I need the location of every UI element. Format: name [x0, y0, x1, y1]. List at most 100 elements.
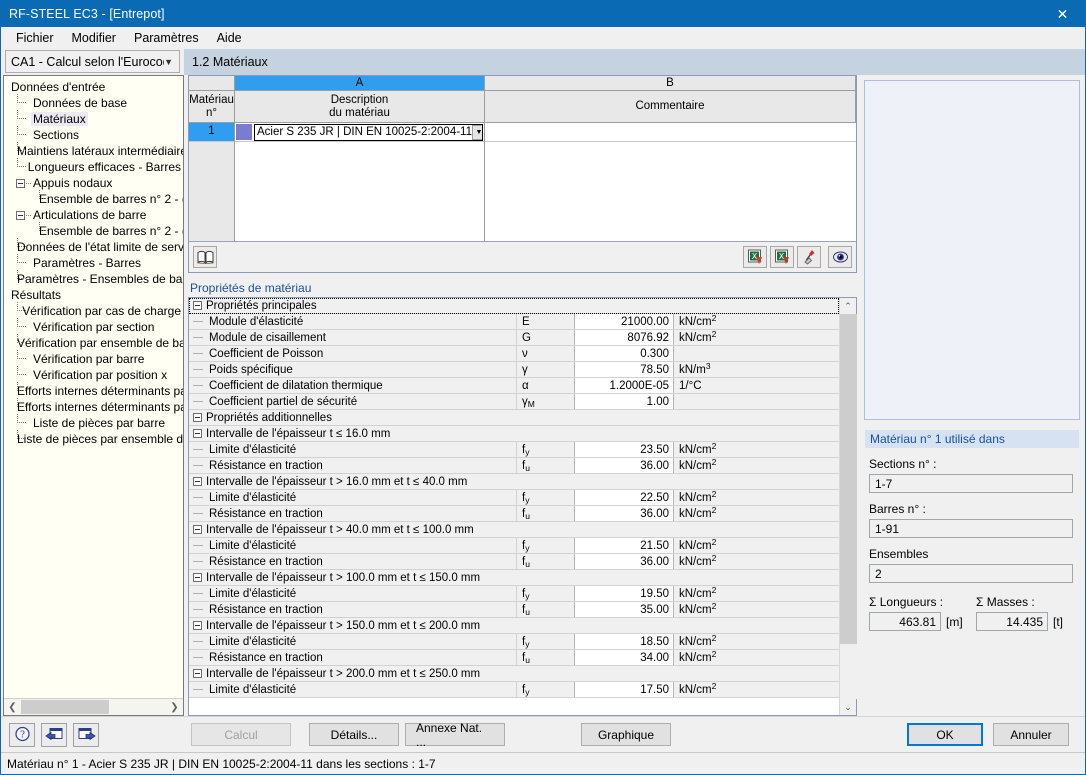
cancel-button[interactable]: Annuler — [993, 723, 1069, 746]
property-row[interactable]: Module d'élasticité E 21000.00 kN/cm 2 — [189, 313, 839, 330]
scroll-thumb[interactable] — [839, 314, 857, 644]
scroll-track[interactable] — [839, 314, 857, 699]
sidebar-item-17[interactable]: Vérification par barre — [7, 350, 183, 367]
sum-masses-value[interactable]: 14.435 — [976, 612, 1048, 631]
scroll-track[interactable] — [20, 700, 167, 714]
sidebar-item-20[interactable]: Efforts internes déterminants par ensemb… — [7, 398, 183, 415]
property-value-cell[interactable]: 8076.92 — [574, 330, 674, 345]
sidebar-item-22[interactable]: Liste de pièces par ensemble de barres — [7, 430, 183, 447]
property-row[interactable]: Résistance en traction fu 36.00 kN/cm 2 — [189, 505, 839, 522]
property-value-cell[interactable]: 19.50 — [574, 586, 674, 601]
property-value-cell[interactable]: 17.50 — [574, 682, 674, 697]
property-value-cell[interactable]: 0.300 — [574, 346, 674, 361]
property-row[interactable]: Limite d'élasticité fy 17.50 kN/cm 2 — [189, 681, 839, 698]
sidebar-item-7[interactable]: Ensemble de barres n° 2 - ( — [7, 190, 183, 207]
properties-vertical-scrollbar[interactable]: ⌃ ⌄ — [839, 298, 857, 715]
details-button[interactable]: Détails... — [309, 723, 399, 746]
material-grid[interactable]: A B Matériau n° Description du matériau — [189, 76, 856, 242]
property-row[interactable]: Poids spécifique γ 78.50 kN/m 3 — [189, 361, 839, 378]
sidebar-item-18[interactable]: Vérification par position x — [7, 366, 183, 383]
collapse-icon[interactable] — [193, 525, 202, 534]
property-row[interactable]: Module de cisaillement G 8076.92 kN/cm 2 — [189, 329, 839, 346]
sections-field[interactable]: 1-7 — [869, 474, 1073, 493]
properties-rows[interactable]: Propriétés principales Module d'élasticit… — [189, 298, 839, 715]
property-row[interactable]: Limite d'élasticité fy 21.50 kN/cm 2 — [189, 537, 839, 554]
collapse-icon[interactable] — [193, 573, 202, 582]
sidebar-item-4[interactable]: Maintiens latéraux intermédiaires — [7, 142, 183, 159]
property-group-row[interactable]: Intervalle de l'épaisseur t > 200.0 mm e… — [189, 666, 839, 682]
collapse-icon[interactable] — [193, 413, 202, 422]
previous-window-icon[interactable] — [41, 722, 67, 747]
chevron-down-icon[interactable]: ⌄ — [840, 699, 857, 715]
property-row[interactable]: Coefficient partiel de sécurité γM 1.00 — [189, 394, 839, 410]
property-value-cell[interactable]: 1.00 — [574, 394, 674, 409]
excel-export-icon[interactable]: X — [770, 246, 794, 268]
sidebar-item-16[interactable]: Vérification par ensemble de barres — [7, 334, 183, 351]
sidebar-item-6[interactable]: Appuis nodaux — [7, 175, 183, 191]
table-row[interactable]: 1 Acier S 235 JR | DIN EN 10025-2:2004-1… — [189, 123, 856, 142]
collapse-icon[interactable] — [193, 429, 202, 438]
property-value-cell[interactable]: 22.50 — [574, 490, 674, 505]
grid-column-a-header[interactable]: A — [235, 76, 485, 91]
property-value-cell[interactable]: 34.00 — [574, 650, 674, 665]
property-group-row[interactable]: Intervalle de l'épaisseur t ≤ 16.0 mm — [189, 426, 839, 442]
property-row[interactable]: Résistance en traction fu 35.00 kN/cm 2 — [189, 601, 839, 618]
property-row[interactable]: Limite d'élasticité fy 23.50 kN/cm 2 — [189, 441, 839, 458]
sidebar-item-0[interactable]: Données d'entrée — [7, 79, 183, 95]
property-group-row[interactable]: Intervalle de l'épaisseur t > 100.0 mm e… — [189, 570, 839, 586]
sidebar-item-8[interactable]: Articulations de barre — [7, 207, 183, 223]
property-row[interactable]: Résistance en traction fu 36.00 kN/cm 2 — [189, 553, 839, 570]
eyedropper-pick-icon[interactable] — [797, 246, 821, 268]
menu-item-fichier[interactable]: Fichier — [7, 29, 63, 47]
material-color-swatch[interactable] — [236, 124, 252, 140]
help-question-icon[interactable]: ? — [9, 722, 35, 747]
next-window-icon[interactable] — [73, 722, 99, 747]
menu-item-modifier[interactable]: Modifier — [63, 29, 125, 47]
property-value-cell[interactable]: 1.2000E-05 — [574, 378, 674, 393]
sidebar-item-11[interactable]: Paramètres - Barres — [7, 254, 183, 271]
sidebar-item-5[interactable]: Longueurs efficaces - Barres — [7, 158, 183, 175]
sidebar-item-2[interactable]: Matériaux — [7, 110, 183, 127]
property-row[interactable]: Coefficient de dilatation thermique α 1.20… — [189, 378, 839, 394]
menu-item-parametres[interactable]: Paramètres — [125, 29, 208, 47]
property-row[interactable]: Limite d'élasticité fy 22.50 kN/cm 2 — [189, 489, 839, 506]
collapse-icon[interactable] — [193, 477, 202, 486]
property-group-row[interactable]: Propriétés additionnelles — [189, 410, 839, 426]
barres-field[interactable]: 1-91 — [869, 519, 1073, 538]
row-number-cell[interactable]: 1 — [189, 123, 235, 142]
calcul-button[interactable]: Calcul — [191, 723, 291, 746]
property-row[interactable]: Limite d'élasticité fy 18.50 kN/cm 2 — [189, 633, 839, 650]
property-value-cell[interactable]: 36.00 — [574, 458, 674, 473]
tree-horizontal-scrollbar[interactable]: ❮ ❯ — [4, 698, 183, 715]
sidebar-item-14[interactable]: Vérification par cas de charge — [7, 302, 183, 319]
grid-column-b-header[interactable]: B — [485, 76, 856, 91]
navigation-tree[interactable]: Données d'entrée Données de base Matériaux… — [4, 76, 183, 698]
excel-import-icon[interactable]: X — [743, 246, 767, 268]
material-description-cell[interactable]: Acier S 235 JR | DIN EN 10025-2:2004-11 … — [235, 123, 485, 142]
chevron-down-icon[interactable]: ▼ — [472, 124, 482, 140]
collapse-icon[interactable] — [193, 669, 202, 678]
sidebar-item-21[interactable]: Liste de pièces par barre — [7, 414, 183, 431]
book-library-icon[interactable] — [193, 246, 217, 268]
property-row[interactable]: Limite d'élasticité fy 19.50 kN/cm 2 — [189, 585, 839, 602]
chevron-right-icon[interactable]: ❯ — [167, 702, 182, 713]
material-combo-editor[interactable]: Acier S 235 JR | DIN EN 10025-2:2004-11 … — [254, 123, 483, 141]
property-value-cell[interactable]: 18.50 — [574, 634, 674, 649]
property-value-cell[interactable]: 36.00 — [574, 506, 674, 521]
property-group-row[interactable]: Intervalle de l'épaisseur t > 40.0 mm et… — [189, 522, 839, 538]
sidebar-item-15[interactable]: Vérification par section — [7, 318, 183, 335]
close-icon[interactable]: ✕ — [1040, 1, 1085, 27]
eye-view-icon[interactable] — [828, 246, 852, 268]
property-group-row[interactable]: Intervalle de l'épaisseur t > 16.0 mm et… — [189, 474, 839, 490]
property-row[interactable]: Coefficient de Poisson ν 0.300 — [189, 346, 839, 362]
chevron-up-icon[interactable]: ⌃ — [840, 298, 857, 314]
material-comment-cell[interactable] — [485, 123, 856, 142]
graphics-preview-panel[interactable] — [864, 80, 1080, 420]
expand-collapse-icon[interactable] — [15, 175, 31, 191]
property-row[interactable]: Résistance en traction fu 34.00 kN/cm 2 — [189, 649, 839, 666]
menu-item-aide[interactable]: Aide — [208, 29, 251, 47]
sidebar-item-10[interactable]: Données de l'état limite de service — [7, 238, 183, 255]
sidebar-item-1[interactable]: Données de base — [7, 94, 183, 111]
property-value-cell[interactable]: 21.50 — [574, 538, 674, 553]
collapse-icon[interactable] — [193, 301, 202, 310]
